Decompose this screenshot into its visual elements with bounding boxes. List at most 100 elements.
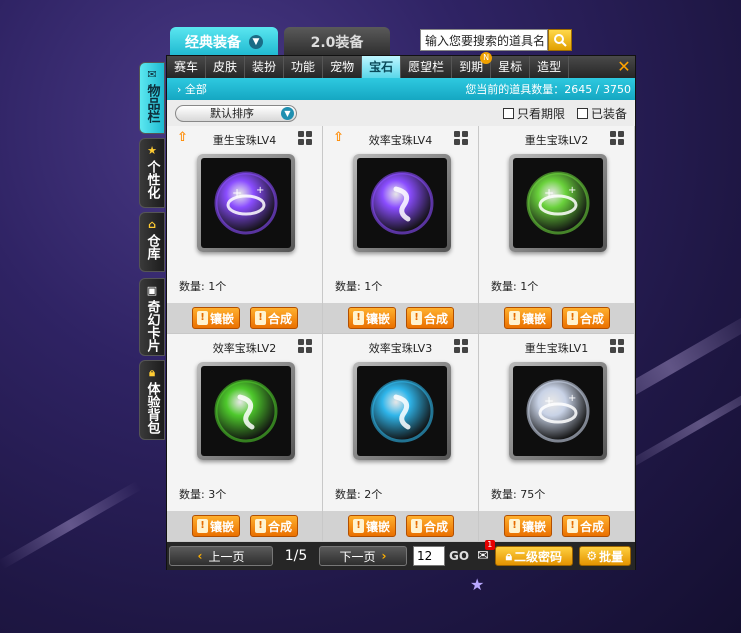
embed-button[interactable]: ! 镶嵌 (503, 307, 552, 329)
category-tab-pet[interactable]: 宠物 (323, 56, 363, 78)
item-image-frame[interactable] (353, 154, 451, 252)
item-card[interactable]: 效率宝珠LV2 数量: 3个! 镶嵌! 合成 (167, 334, 323, 542)
item-card[interactable]: 重生宝珠LV1 + + 数量: 75个! 镶嵌! 合成 (479, 334, 635, 542)
exclamation-icon: ! (196, 311, 208, 325)
side-tab-inventory[interactable]: ✉ 物品栏 (139, 62, 165, 134)
next-page-button[interactable]: 下一页 › (319, 546, 407, 566)
filter-bar: 默认排序 ▼ 只看期限 已装备 (167, 100, 635, 126)
side-tab-label: 个性化 (144, 160, 160, 199)
expiring-only-checkbox[interactable]: 只看期限 (502, 105, 565, 122)
page-number-input[interactable] (413, 546, 445, 566)
item-card[interactable]: ⇧ 效率宝珠LV4 数量: 1个! 镶嵌! 合成 (323, 126, 479, 334)
checkbox-box[interactable] (502, 107, 514, 119)
secondary-password-button[interactable]: 🔒︎ 二级密码 (494, 546, 573, 566)
item-actions: ! 镶嵌 ! 合成 (479, 511, 634, 541)
category-tab-skin[interactable]: 皮肤 (206, 56, 246, 78)
exclamation-icon: ! (352, 519, 364, 533)
combine-button[interactable]: ! 合成 (249, 307, 298, 329)
category-tab-expiring[interactable]: 到期 N (452, 52, 493, 78)
category-tab-gem[interactable]: 宝石 (362, 56, 402, 78)
item-image-frame[interactable]: + + (197, 154, 295, 252)
equipped-checkbox[interactable]: 已装备 (576, 105, 627, 122)
embed-button[interactable]: ! 镶嵌 (191, 515, 240, 537)
category-label: 到期 (459, 60, 484, 74)
close-icon[interactable]: ✕ (613, 56, 635, 78)
search-box (420, 29, 572, 51)
combine-button[interactable]: ! 合成 (561, 307, 610, 329)
side-tab-trial-bag[interactable]: 🔒︎ 体验背包 (139, 360, 165, 440)
category-tab-function[interactable]: 功能 (284, 56, 324, 78)
gem-orb-icon: + + (526, 171, 590, 235)
tab-label: 2.0装备 (310, 35, 364, 51)
combine-button[interactable]: ! 合成 (405, 515, 454, 537)
item-image-frame[interactable] (197, 362, 295, 460)
chevron-right-icon: › (177, 83, 182, 96)
side-tab-label: 体验背包 (144, 382, 160, 434)
combine-label: 合成 (267, 519, 292, 534)
batch-button[interactable]: ⚙ 批量 (578, 546, 631, 566)
side-tab-personalize[interactable]: ★ 个性化 (139, 138, 165, 208)
category-tab-wishlist[interactable]: 愿望栏 (401, 56, 453, 78)
prev-page-button[interactable]: ‹ 上一页 (169, 546, 273, 566)
embed-button[interactable]: ! 镶嵌 (347, 515, 396, 537)
item-card[interactable]: ⇧ 重生宝珠LV4 + + 数量: 1个! 镶嵌! 合成 (167, 126, 323, 334)
grid-view-icon[interactable] (454, 339, 468, 353)
embed-button[interactable]: ! 镶嵌 (347, 307, 396, 329)
star-icon: ★ (147, 144, 157, 157)
embed-label: 镶嵌 (365, 311, 390, 326)
side-tab-label: 奇幻卡片 (144, 300, 160, 352)
side-tab-label: 物品栏 (144, 84, 160, 123)
search-input[interactable] (420, 29, 548, 51)
background-light-streak (0, 480, 142, 570)
category-tab-starred[interactable]: 星标 (491, 56, 531, 78)
item-quantity: 数量: 3个 (179, 488, 227, 501)
exclamation-icon: ! (254, 311, 266, 325)
grid-view-icon[interactable] (454, 131, 468, 145)
embed-label: 镶嵌 (209, 519, 234, 534)
item-image-frame[interactable] (353, 362, 451, 460)
category-tab-outfit[interactable]: 装扮 (245, 56, 285, 78)
side-tab-label: 仓库 (144, 234, 160, 260)
combine-button[interactable]: ! 合成 (405, 307, 454, 329)
svg-text:+: + (544, 394, 554, 408)
search-button[interactable] (548, 29, 572, 51)
embed-button[interactable]: ! 镶嵌 (191, 307, 240, 329)
batch-label: 批量 (599, 549, 624, 564)
secondary-password-label: 二级密码 (513, 549, 562, 564)
go-button[interactable]: GO (449, 549, 469, 563)
sort-label: 默认排序 (210, 107, 254, 120)
exclamation-icon: ! (410, 519, 422, 533)
mail-icon[interactable]: ✉ 1 (477, 540, 495, 564)
item-card[interactable]: 效率宝珠LV3 数量: 2个! 镶嵌! 合成 (323, 334, 479, 542)
checkbox-label: 已装备 (590, 106, 627, 121)
item-card[interactable]: 重生宝珠LV2 + + 数量: 1个! 镶嵌! 合成 (479, 126, 635, 334)
embed-button[interactable]: ! 镶嵌 (503, 515, 552, 537)
grid-view-icon[interactable] (298, 339, 312, 353)
category-tab-style[interactable]: 造型 (530, 56, 570, 78)
gem-orb-icon (370, 379, 434, 443)
grid-view-icon[interactable] (610, 131, 624, 145)
tab-classic-equipment[interactable]: 经典装备 ▼ (170, 27, 278, 57)
combine-button[interactable]: ! 合成 (561, 515, 610, 537)
item-image-frame[interactable]: + + (509, 154, 607, 252)
svg-text:+: + (256, 185, 264, 196)
inventory-panel: 赛车 皮肤 装扮 功能 宠物 宝石 愿望栏 到期 N 星标 造型 ✕ › 全部 … (166, 52, 636, 570)
checkbox-box[interactable] (576, 107, 588, 119)
combine-button[interactable]: ! 合成 (249, 515, 298, 537)
item-image-frame[interactable]: + + (509, 362, 607, 460)
tab-equipment-2[interactable]: 2.0装备 (284, 27, 390, 57)
exclamation-icon: ! (566, 519, 578, 533)
side-tab-fantasy-card[interactable]: ▣ 奇幻卡片 (139, 278, 165, 356)
item-count-text: 您当前的道具数量：2645 / 3750 (465, 83, 631, 96)
exclamation-icon: ! (566, 311, 578, 325)
chevron-down-icon[interactable]: ▼ (249, 35, 263, 49)
filter-all[interactable]: › 全部 (177, 81, 207, 97)
grid-view-icon[interactable] (298, 131, 312, 145)
side-tab-warehouse[interactable]: ⌂ 仓库 (139, 212, 165, 272)
gem-orb-icon: + + (526, 379, 590, 443)
category-tab-car[interactable]: 赛车 (167, 56, 207, 78)
grid-view-icon[interactable] (610, 339, 624, 353)
sort-dropdown[interactable]: 默认排序 ▼ (175, 104, 297, 122)
footer-bar: ‹ 上一页 1/5 下一页 › GO ✉1 🔒︎ 二级密码 ⚙ 批量 (167, 540, 635, 570)
svg-text:+: + (232, 186, 242, 200)
